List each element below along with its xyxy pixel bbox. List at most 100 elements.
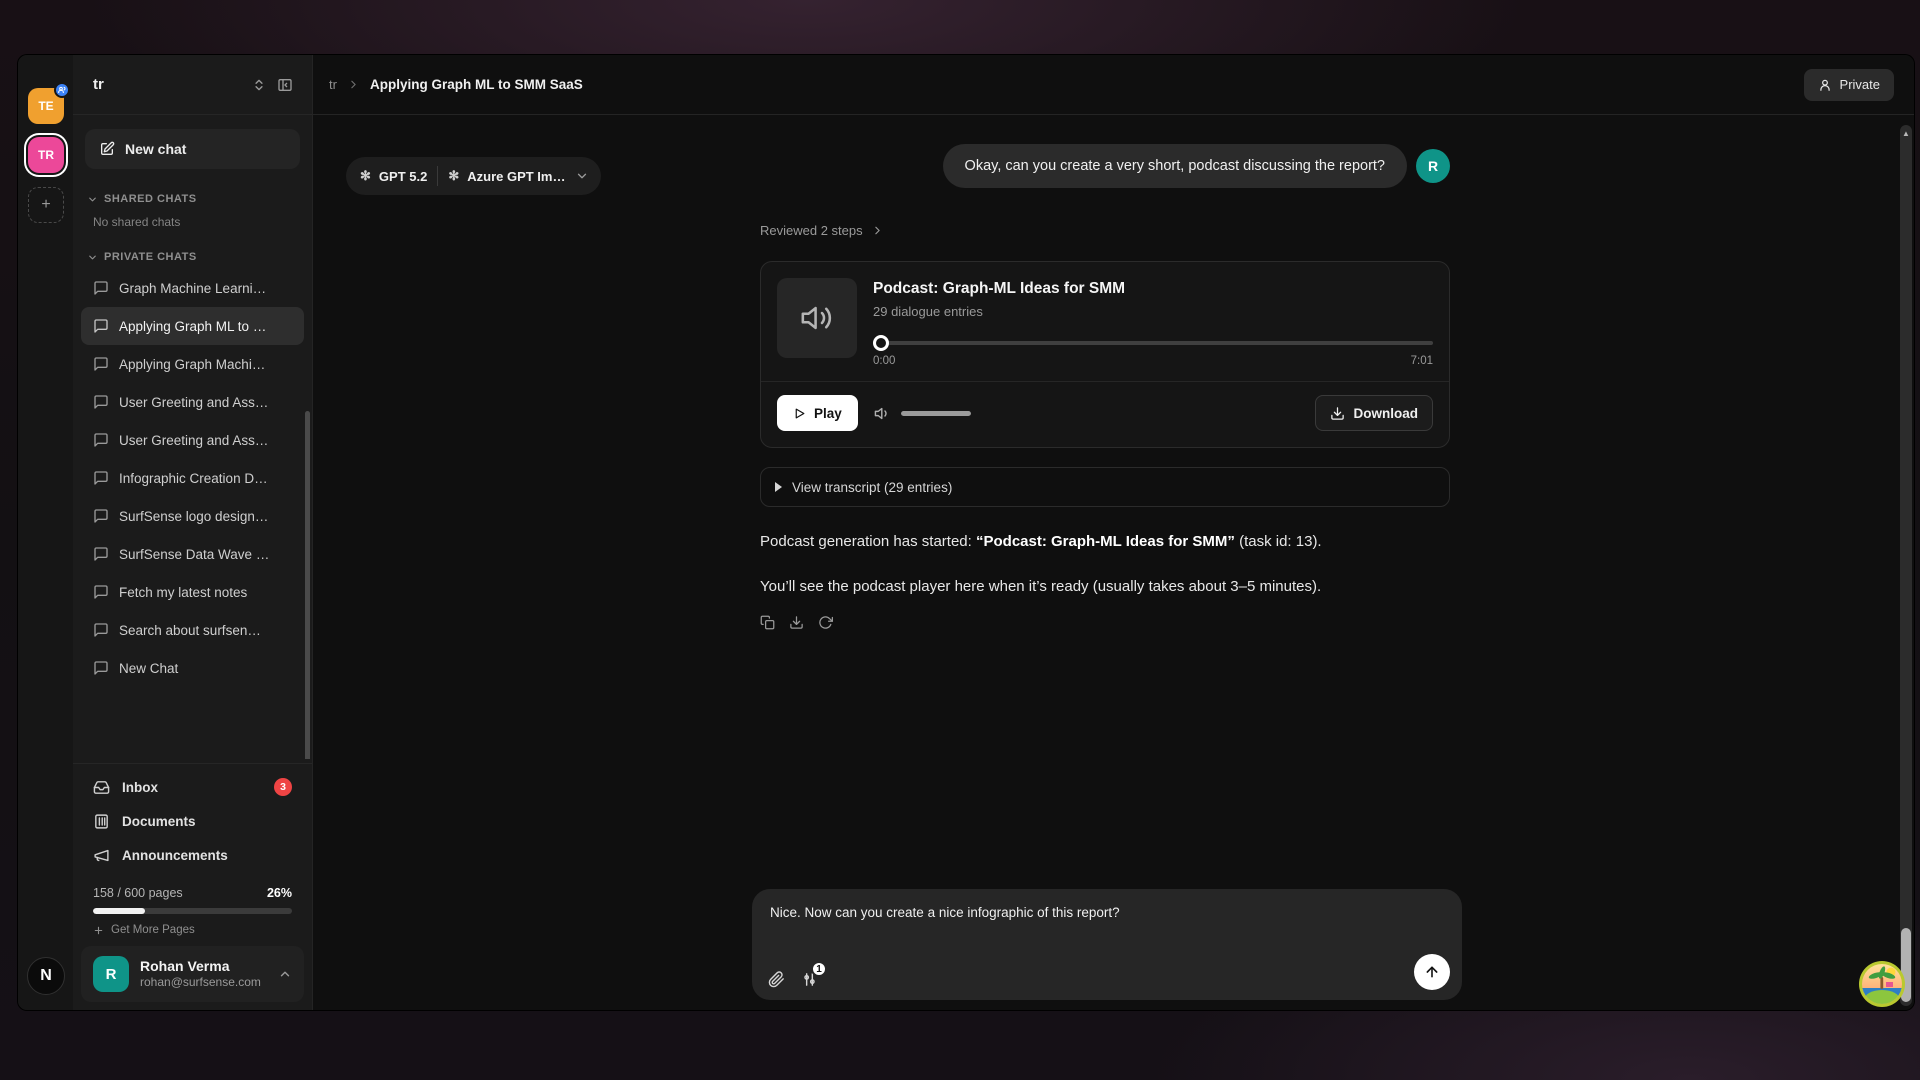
workspace-te-initials: TE — [38, 99, 53, 113]
plus-icon — [93, 925, 104, 936]
collapse-sidebar-button[interactable] — [272, 72, 298, 98]
chat-list-item-active[interactable]: Applying Graph ML to … — [81, 307, 304, 345]
main-scrollbar-track[interactable] — [1900, 125, 1912, 1006]
chat-item-label: Applying Graph ML to … — [119, 319, 266, 334]
volume-level — [901, 411, 971, 416]
play-icon — [793, 407, 806, 420]
user-profile-menu[interactable]: R Rohan Verma rohan@surfsense.com — [81, 946, 304, 1002]
chat-list-item[interactable]: New Chat — [81, 649, 304, 687]
connectors-button[interactable]: 1 — [801, 971, 818, 988]
add-workspace-button[interactable]: + — [28, 187, 64, 223]
model-primary-label: GPT 5.2 — [379, 169, 427, 184]
main-panel: tr Applying Graph ML to SMM SaaS Private… — [313, 55, 1914, 1010]
sidebar-item-documents[interactable]: Documents — [73, 804, 312, 838]
new-chat-pencil-icon — [99, 141, 115, 157]
reviewed-steps-toggle[interactable]: Reviewed 2 steps — [760, 223, 1450, 238]
podcast-card-divider — [761, 381, 1449, 382]
chat-list-item[interactable]: Search about surfsen… — [81, 611, 304, 649]
chevron-down-icon — [575, 169, 589, 183]
workspace-rail: TE TR + N — [18, 55, 73, 1010]
sidebar-item-inbox[interactable]: Inbox 3 — [73, 770, 312, 804]
volume-icon[interactable] — [874, 405, 891, 422]
download-icon — [789, 615, 804, 630]
chat-item-label: Graph Machine Learni… — [119, 281, 266, 296]
workspace-tr-active[interactable]: TR — [28, 137, 64, 173]
play-button[interactable]: Play — [777, 395, 858, 431]
user-name: Rohan Verma — [140, 958, 261, 976]
message-column: Okay, can you create a very short, podca… — [760, 115, 1450, 630]
new-chat-button[interactable]: New chat — [85, 129, 300, 169]
user-message-row: Okay, can you create a very short, podca… — [760, 144, 1450, 188]
chat-list-item[interactable]: SurfSense logo design… — [81, 497, 304, 535]
model-selector[interactable]: ✻ GPT 5.2 ✻ Azure GPT Im… — [346, 157, 601, 195]
chat-bubble-icon — [93, 622, 109, 638]
chat-list-item[interactable]: User Greeting and Ass… — [81, 383, 304, 421]
island-sticker[interactable] — [1858, 960, 1906, 1008]
chat-bubble-icon — [93, 584, 109, 600]
sidebar-scrollbar-thumb[interactable] — [305, 411, 310, 759]
chat-bubble-icon — [93, 660, 109, 676]
user-message-avatar: R — [1416, 149, 1450, 183]
chat-item-label: SurfSense Data Wave … — [119, 547, 269, 562]
chevron-down-icon — [87, 194, 98, 205]
message-composer[interactable]: Nice. Now can you create a nice infograp… — [752, 889, 1462, 1000]
workspace-switcher-button[interactable] — [246, 72, 272, 98]
chat-bubble-icon — [93, 546, 109, 562]
status-line1-prefix: Podcast generation has started: — [760, 533, 976, 550]
openai-logo-icon: ✻ — [448, 168, 459, 184]
volume-slider[interactable] — [901, 411, 971, 416]
attach-file-button[interactable] — [768, 971, 785, 988]
chevron-right-icon — [871, 224, 884, 237]
breadcrumb-chat-title: Applying Graph ML to SMM SaaS — [370, 77, 583, 92]
announcements-label: Announcements — [122, 848, 228, 863]
chat-list-item[interactable]: SurfSense Data Wave … — [81, 535, 304, 573]
chat-list-item[interactable]: Fetch my latest notes — [81, 573, 304, 611]
user-email: rohan@surfsense.com — [140, 975, 261, 990]
pages-usage-percent: 26% — [267, 886, 292, 900]
copy-button[interactable] — [760, 615, 775, 630]
podcast-progress-slider[interactable] — [873, 335, 1433, 351]
composer-input[interactable]: Nice. Now can you create a nice infograp… — [770, 905, 1444, 920]
panel-toggle-icon — [277, 77, 293, 93]
chevron-right-icon — [347, 78, 360, 91]
get-more-pages-button[interactable]: Get More Pages — [93, 924, 292, 936]
download-button[interactable]: Download — [1315, 395, 1434, 431]
workspace-te[interactable]: TE — [28, 88, 64, 124]
scrollbar-up-arrow[interactable]: ▲ — [1901, 129, 1911, 138]
breadcrumb-workspace[interactable]: tr — [329, 77, 337, 92]
privacy-toggle-button[interactable]: Private — [1804, 69, 1894, 101]
refresh-icon — [818, 615, 833, 630]
model-primary[interactable]: ✻ GPT 5.2 — [360, 168, 427, 184]
view-transcript-label: View transcript (29 entries) — [792, 480, 952, 495]
podcast-progress-track — [873, 341, 1433, 345]
podcast-progress-thumb[interactable] — [873, 335, 889, 351]
chat-item-label: User Greeting and Ass… — [119, 395, 268, 410]
pages-progress-bar — [93, 908, 292, 914]
model-secondary[interactable]: ✻ Azure GPT Im… — [448, 168, 565, 184]
view-transcript-expander[interactable]: View transcript (29 entries) — [760, 467, 1450, 507]
chat-bubble-icon — [93, 508, 109, 524]
model-secondary-label: Azure GPT Im… — [467, 169, 565, 184]
app-logo[interactable]: N — [27, 957, 65, 995]
pages-usage-text: 158 / 600 pages — [93, 886, 183, 900]
message-actions — [760, 615, 1450, 630]
regenerate-button[interactable] — [818, 615, 833, 630]
download-message-button[interactable] — [789, 615, 804, 630]
workspace-tr-initials: TR — [38, 148, 54, 162]
private-chats-section-toggle[interactable]: PRIVATE CHATS — [73, 239, 312, 269]
sidebar-item-announcements[interactable]: Announcements — [73, 838, 312, 872]
model-divider — [437, 166, 438, 186]
chat-list-item[interactable]: Infographic Creation D… — [81, 459, 304, 497]
send-button[interactable] — [1414, 954, 1450, 990]
chat-list-item[interactable]: Applying Graph Machi… — [81, 345, 304, 383]
paperclip-icon — [768, 971, 785, 988]
workspace-title: tr — [93, 76, 246, 93]
chat-list-item[interactable]: Graph Machine Learni… — [81, 269, 304, 307]
volume-control — [874, 405, 971, 422]
usage-meter: 158 / 600 pages 26% Get More Pages — [73, 872, 312, 936]
chat-item-label: Applying Graph Machi… — [119, 357, 265, 372]
chat-list-item[interactable]: User Greeting and Ass… — [81, 421, 304, 459]
shared-chats-section-toggle[interactable]: SHARED CHATS — [73, 181, 312, 211]
play-label: Play — [814, 406, 842, 421]
podcast-player-card: Podcast: Graph-ML Ideas for SMM 29 dialo… — [760, 261, 1450, 448]
